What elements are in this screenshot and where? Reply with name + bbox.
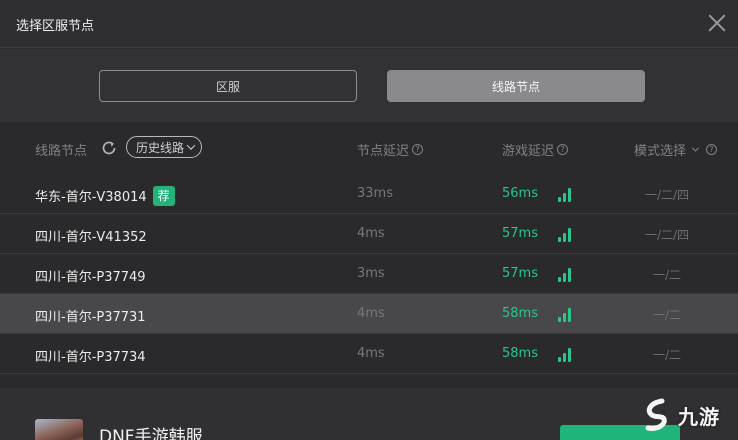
list-header: 线路节点 历史线路 节点延迟 ? 游戏延迟 ? 模式选择 ? (0, 122, 738, 174)
node-delay: 4ms (357, 226, 385, 241)
dialog-title: 选择区服节点 (16, 19, 95, 34)
chevron-down-icon (186, 141, 196, 150)
game-title: DNF手游韩服 (99, 427, 203, 440)
signal-icon (558, 188, 571, 202)
header-node-delay: 节点延迟 ? (357, 140, 424, 159)
close-icon[interactable] (704, 10, 730, 36)
table-row[interactable]: 四川-首尔-P37734 4ms 58ms 一/二 (0, 334, 738, 374)
signal-icon (558, 348, 571, 362)
game-delay: 57ms (502, 266, 538, 281)
table-row-selected[interactable]: 四川-首尔-P37731 4ms 58ms 一/二 (0, 294, 738, 334)
route-list: 线路节点 历史线路 节点延迟 ? 游戏延迟 ? 模式选择 ? 华东-首尔-V38… (0, 122, 738, 388)
game-thumbnail (35, 419, 83, 440)
game-delay: 58ms (502, 306, 538, 321)
route-name: 华东-首尔-V38014 荐 (35, 185, 175, 208)
footer-bar: DNF手游韩服 (0, 388, 738, 440)
header-node-label: 线路节点 (35, 144, 88, 159)
header-mode[interactable]: 模式选择 ? (634, 140, 718, 159)
route-name: 四川-首尔-V41352 (35, 230, 147, 245)
table-row[interactable]: 四川-首尔-V41352 4ms 57ms 一/二/四 (0, 214, 738, 254)
help-icon[interactable]: ? (557, 144, 569, 155)
history-routes-label: 历史线路 (136, 140, 185, 155)
node-delay: 3ms (357, 266, 385, 281)
mode-options[interactable]: 一/二 (622, 266, 712, 283)
game-delay: 57ms (502, 226, 538, 241)
route-name: 四川-首尔-P37734 (35, 350, 146, 365)
mode-options[interactable]: 一/二 (622, 346, 712, 363)
table-row[interactable]: 四川-首尔-P37749 3ms 57ms 一/二 (0, 254, 738, 294)
signal-icon (558, 308, 571, 322)
tab-route-node[interactable]: 线路节点 (387, 70, 645, 102)
header-game-delay: 游戏延迟 ? (502, 140, 569, 159)
signal-icon (558, 268, 571, 282)
watermark: 九游 (640, 395, 734, 435)
header-game-delay-label: 游戏延迟 (502, 144, 555, 159)
route-name-text: 华东-首尔-V38014 (35, 190, 147, 205)
tab-bar: 区服 线路节点 (0, 49, 738, 122)
recommend-badge: 荐 (152, 185, 175, 206)
chevron-down-icon (691, 144, 700, 152)
dialog-titlebar: 选择区服节点 (0, 0, 738, 48)
header-node-delay-label: 节点延迟 (357, 144, 410, 159)
node-delay: 4ms (357, 346, 385, 361)
game-delay: 56ms (502, 186, 538, 201)
mode-options[interactable]: 一/二/四 (622, 226, 712, 243)
route-name: 四川-首尔-P37731 (35, 310, 146, 325)
table-row[interactable]: 华东-首尔-V38014 荐 33ms 56ms 一/二/四 (0, 174, 738, 214)
mode-options[interactable]: 一/二/四 (622, 186, 712, 203)
help-icon[interactable]: ? (706, 144, 718, 155)
help-icon[interactable]: ? (412, 144, 424, 155)
history-routes-button[interactable]: 历史线路 (126, 136, 203, 158)
header-node: 线路节点 (35, 140, 87, 159)
node-delay: 33ms (357, 186, 393, 201)
jiuyou-logo-icon (645, 398, 667, 431)
tab-region[interactable]: 区服 (99, 70, 357, 102)
route-name: 四川-首尔-P37749 (35, 270, 146, 285)
header-mode-label: 模式选择 (634, 144, 687, 159)
node-delay: 4ms (357, 306, 385, 321)
signal-icon (558, 228, 571, 242)
game-delay: 58ms (502, 346, 538, 361)
refresh-icon[interactable] (100, 139, 118, 157)
watermark-text: 九游 (678, 404, 720, 429)
mode-options[interactable]: 一/二 (622, 306, 712, 323)
